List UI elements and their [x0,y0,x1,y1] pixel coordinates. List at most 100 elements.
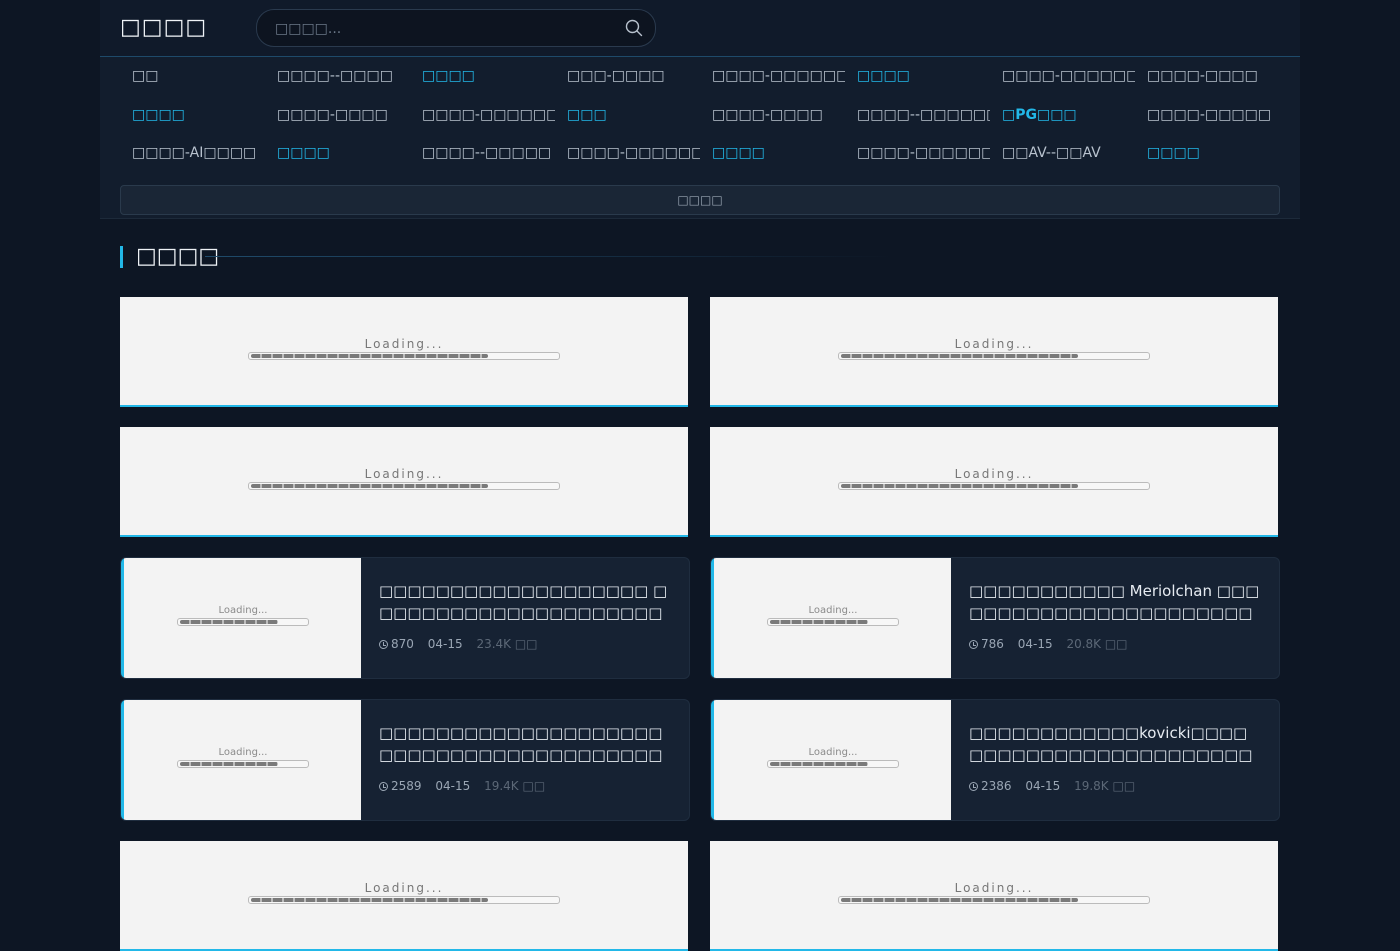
banner-ad[interactable]: Loading... [710,427,1278,537]
site-logo[interactable]: □□□□ [120,12,207,44]
nav-item[interactable]: □PG□□□ [990,96,1135,135]
banner-ad[interactable]: Loading... [120,841,688,951]
loading-progress-bar [248,482,560,490]
nav-item[interactable]: □□□□ [265,134,410,173]
clock-icon [379,782,388,791]
video-duration: 786 [981,637,1004,651]
nav-item[interactable]: □□□-□□□□ [555,57,700,96]
loading-progress-fill [251,898,488,902]
loading-progress-bar [248,896,560,904]
video-card[interactable]: Loading... □□□□□□□□□□□□□□□□□□□ □□□□□□□□□… [120,557,690,679]
nav-item[interactable]: □□AV--□□AV [990,134,1135,173]
video-title[interactable]: □□□□□□□□□□□□□□□□□□□ □□□□□□□□□□□□□□□□□□□□… [379,580,671,624]
video-title[interactable]: □□□□□□□□□□□□□□□□□□□□□□□□□□□□□□□□□□□□□□□□… [379,722,671,766]
loading-text: Loading... [218,747,268,758]
loading-text: Loading... [954,467,1034,481]
loading-indicator: Loading... [838,467,1150,490]
nav-item[interactable]: □□□□-□□□□ [1135,57,1280,96]
video-date: 04-15 [1025,779,1061,793]
banner-ad[interactable]: Loading... [120,297,688,407]
loading-indicator: Loading... [177,747,309,768]
section-accent-bar [120,246,123,268]
loading-indicator: Loading... [838,881,1150,904]
page: □□□□ □□□□□□--□□□□□□□□□□□-□□□□□□□□-□□□□□□… [100,0,1300,951]
video-views: 19.4K □□ [484,779,546,793]
loading-indicator: Loading... [838,337,1150,360]
video-thumbnail[interactable]: Loading... [124,558,361,678]
loading-progress-bar [177,618,309,626]
nav-item[interactable]: □□□□-□□□□□□□ [700,57,845,96]
video-card[interactable]: Loading... □□□□□□□□□□□□□□□□□□□□□□□□□□□□□… [120,699,690,821]
loading-indicator: Loading... [767,747,899,768]
nav-item[interactable]: □□□□ [120,96,265,135]
loading-progress-bar [838,482,1150,490]
nav-item[interactable]: □□□□-□□□□□□□ [845,134,990,173]
video-duration: 870 [391,637,414,651]
video-card[interactable]: Loading... □□□□□□□□□□□□kovicki□□□□□□□□□□… [710,699,1280,821]
nav-item[interactable]: □□□□--□□□□ [265,57,410,96]
loading-text: Loading... [954,881,1034,895]
site-header: □□□□ [100,0,1300,57]
nav-item[interactable]: □□□ [555,96,700,135]
loading-indicator: Loading... [767,605,899,626]
nav-item[interactable]: □□□□-□□□□□ [1135,96,1280,135]
video-views: 20.8K □□ [1066,637,1128,651]
video-thumbnail[interactable]: Loading... [714,558,951,678]
banner-ad[interactable]: Loading... [710,841,1278,951]
video-duration: 2386 [981,779,1012,793]
loading-indicator: Loading... [248,881,560,904]
nav-item[interactable]: □□□□ [700,134,845,173]
loading-progress-fill [770,762,869,766]
loading-progress-bar [767,760,899,768]
nav-item[interactable]: □□□□ [410,57,555,96]
video-meta: 870 04-15 23.4K □□ [379,637,538,651]
category-grid: □□ □□□□--□□□□ □□□□ □□□-□□□□ □□□□-□□□□□□ □□□□ □… [120,57,1280,173]
video-title[interactable]: □□□□□□□□□□□□kovicki□□□□□□□□□□□□□□□□□□□□□… [969,722,1261,766]
loading-progress-fill [180,762,279,766]
video-card[interactable]: Loading... □□□□□□□□□□□ Meriolchan □□□□□□… [710,557,1280,679]
loading-progress-bar [838,896,1150,904]
banner-ad[interactable]: Loading... [120,427,688,537]
nav-item[interactable]: □□□□--□□□□□ [410,134,555,173]
nav-item[interactable]: □□□□-□□□□ [700,96,845,135]
nav-item[interactable]: □□□□-AI□□□□ [120,134,265,173]
clock-icon [379,640,388,649]
more-categories-button[interactable]: □□□□ [120,185,1280,215]
nav-item[interactable]: □□□□-□□□□□□□□ [410,96,555,135]
video-thumbnail[interactable]: Loading... [124,700,361,820]
loading-text: Loading... [808,605,858,616]
loading-progress-fill [251,354,488,358]
nav-item[interactable]: □□□□-□□□□ [265,96,410,135]
search-box [256,9,656,48]
video-meta: 2386 04-15 19.8K □□ [969,779,1135,793]
clock-icon [969,782,978,791]
nav-item[interactable]: □□□□ [845,57,990,96]
loading-indicator: Loading... [177,605,309,626]
video-title[interactable]: □□□□□□□□□□□ Meriolchan □□□□□□□□□□□□□□□□□… [969,580,1261,624]
clock-icon [969,640,978,649]
nav-item[interactable]: □□□□-□□□□□□□□ [555,134,700,173]
section-divider [205,256,895,257]
loading-progress-bar [177,760,309,768]
video-date: 04-15 [427,637,463,651]
video-date: 04-15 [1017,637,1053,651]
video-duration: 2589 [391,779,422,793]
banner-ad[interactable]: Loading... [710,297,1278,407]
loading-indicator: Loading... [248,337,560,360]
search-icon[interactable] [625,19,643,37]
nav-item[interactable]: □□□□ [1135,134,1280,173]
video-date: 04-15 [435,779,471,793]
nav-item[interactable]: □□ [120,57,265,96]
video-thumbnail[interactable]: Loading... [714,700,951,820]
category-nav: □□ □□□□--□□□□ □□□□ □□□-□□□□ □□□□-□□□□□□ □□□□ □… [100,57,1300,219]
loading-progress-fill [841,354,1078,358]
nav-item[interactable]: □□□□--□□□□□□□ [845,96,990,135]
loading-text: Loading... [364,881,444,895]
search-input[interactable] [273,10,617,48]
loading-progress-fill [841,484,1078,488]
loading-progress-fill [841,898,1078,902]
loading-progress-fill [770,620,869,624]
loading-text: Loading... [364,467,444,481]
video-meta: 786 04-15 20.8K □□ [969,637,1128,651]
nav-item[interactable]: □□□□-□□□□□□□ [990,57,1135,96]
